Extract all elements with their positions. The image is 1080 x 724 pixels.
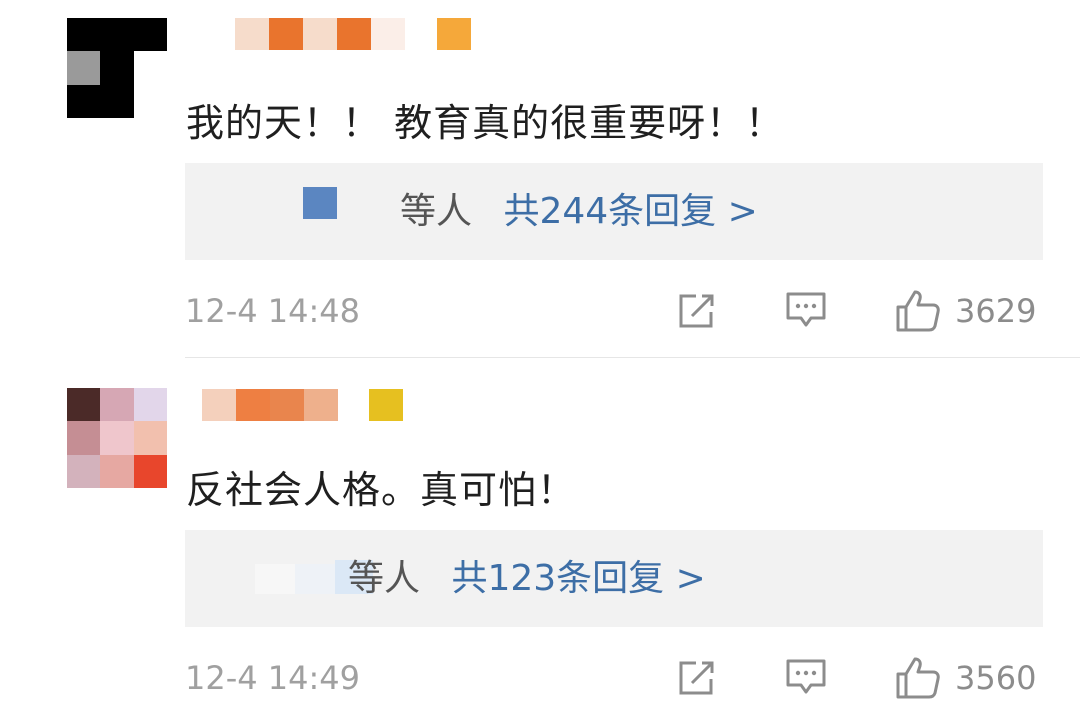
username[interactable]: [202, 389, 338, 421]
thumbs-up-icon: [896, 290, 940, 332]
comment-footer: 12-4 14:48 3629: [185, 290, 1043, 332]
share-icon: [679, 661, 714, 695]
thumbs-up-icon: [896, 657, 940, 699]
comment-list: 我的天！！ 教育真的很重要呀！！ 等人 共244条回复 > 12-4 14:48: [0, 0, 1080, 724]
comment-text: 我的天！！ 教育真的很重要呀！！: [186, 101, 785, 145]
like-count: 3629: [955, 292, 1037, 330]
reply-preview[interactable]: 等人 共123条回复 >: [185, 530, 1043, 627]
reply-summary: 等人 共244条回复 >: [400, 163, 758, 260]
avatar[interactable]: [67, 388, 167, 488]
comment-icon: [786, 292, 826, 327]
share-button[interactable]: [676, 291, 718, 331]
reply-count-link[interactable]: 共123条回复 >: [451, 558, 705, 599]
reply-suffix-text: 等人: [400, 191, 473, 232]
reply-count-link[interactable]: 共244条回复 >: [503, 191, 757, 232]
avatar[interactable]: [67, 18, 167, 118]
timestamp: 12-4 14:49: [185, 659, 361, 697]
comment-icon: [786, 659, 826, 694]
user-badge: [437, 18, 471, 50]
share-button[interactable]: [676, 658, 718, 698]
share-icon: [679, 294, 714, 328]
reply-suffix-text: 等人: [348, 558, 421, 599]
comment-text: 反社会人格。真可怕！: [186, 468, 577, 512]
user-badge: [369, 389, 403, 421]
like-count: 3560: [955, 659, 1037, 697]
username[interactable]: [235, 18, 405, 50]
comment-footer: 12-4 14:49 3560: [185, 657, 1043, 699]
reply-preview[interactable]: 等人 共244条回复 >: [185, 163, 1043, 260]
like-button[interactable]: 3629: [895, 290, 1037, 332]
comment-button[interactable]: [785, 658, 827, 698]
reply-user-mosaic: [303, 163, 337, 260]
timestamp: 12-4 14:48: [185, 292, 361, 330]
like-button[interactable]: 3560: [895, 657, 1037, 699]
divider: [185, 357, 1080, 358]
comment-button[interactable]: [785, 291, 827, 331]
reply-summary: 等人 共123条回复 >: [348, 530, 706, 627]
